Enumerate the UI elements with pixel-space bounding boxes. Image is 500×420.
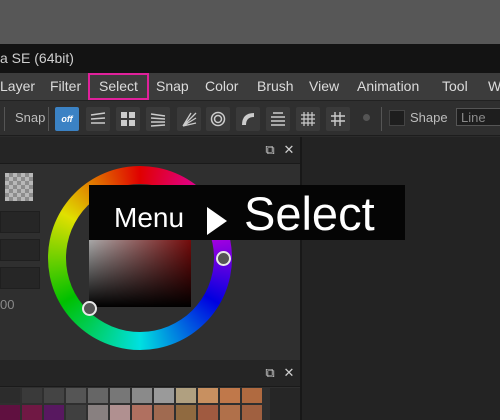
- menu-tool[interactable]: Tool: [442, 73, 468, 100]
- canvas-area[interactable]: [302, 137, 500, 420]
- snap-cross-grid-icon: [301, 112, 315, 126]
- snap-off-icon: off: [61, 114, 73, 124]
- window-title: a SE (64bit): [0, 50, 74, 66]
- menu-window[interactable]: W: [488, 73, 500, 100]
- color-swatch[interactable]: [0, 405, 20, 420]
- color-swatch[interactable]: [110, 388, 130, 403]
- color-swatch[interactable]: [132, 388, 152, 403]
- color-swatch[interactable]: [110, 405, 130, 420]
- shape-select[interactable]: Line: [456, 108, 500, 126]
- snap-grid-2-icon: [331, 112, 345, 126]
- color-value-field[interactable]: [0, 239, 40, 261]
- close-icon[interactable]: ✕: [282, 143, 296, 157]
- overlay-target-text: Select: [244, 187, 375, 240]
- snap-parallel-lines-icon: [90, 112, 106, 124]
- menu-bar: Layer Filter Select Snap Color Brush Vie…: [0, 73, 500, 100]
- color-swatch[interactable]: [176, 388, 196, 403]
- transparent-color-swatch[interactable]: [5, 173, 33, 201]
- color-swatch[interactable]: [220, 405, 240, 420]
- menu-filter[interactable]: Filter: [50, 73, 81, 100]
- snap-curve-button[interactable]: [236, 107, 260, 131]
- color-swatch[interactable]: [66, 405, 86, 420]
- color-value-field[interactable]: [0, 211, 40, 233]
- snap-radial-button[interactable]: [177, 107, 201, 131]
- snap-parallel-button[interactable]: [86, 107, 110, 131]
- snap-off-button[interactable]: off: [55, 107, 79, 131]
- toolbar-separator: [4, 107, 5, 131]
- color-swatch[interactable]: [176, 405, 196, 420]
- color-swatch[interactable]: [22, 388, 42, 403]
- color-swatch[interactable]: [154, 405, 174, 420]
- snap-concentric-button[interactable]: [206, 107, 230, 131]
- close-icon[interactable]: ✕: [282, 366, 296, 380]
- overlay-menu-text: Menu: [114, 202, 185, 233]
- color-swatch[interactable]: [132, 405, 152, 420]
- color-swatch[interactable]: [242, 388, 262, 403]
- snap-perspective-lines-icon: [150, 113, 166, 127]
- snap-3d-icon: [271, 112, 285, 126]
- color-swatch[interactable]: [66, 388, 86, 403]
- toolbar-separator: [48, 107, 49, 131]
- menu-layer[interactable]: Layer: [0, 73, 35, 100]
- undock-icon[interactable]: ⧉: [263, 143, 277, 157]
- shape-label: Shape: [410, 110, 448, 125]
- instruction-overlay: Menu Select: [89, 185, 405, 240]
- snap-grid-button[interactable]: [116, 107, 140, 131]
- color-swatch[interactable]: [22, 405, 42, 420]
- swatch-scrollbar[interactable]: [270, 388, 300, 420]
- desktop-background: [0, 0, 500, 44]
- undock-icon[interactable]: ⧉: [263, 366, 277, 380]
- swatch-panel-header: ⧉ ✕: [0, 360, 300, 387]
- color-swatch[interactable]: [198, 388, 218, 403]
- arrow-right-icon: [207, 207, 227, 235]
- color-swatch[interactable]: [44, 388, 64, 403]
- toolbar-separator: [381, 107, 382, 131]
- menu-snap[interactable]: Snap: [156, 73, 189, 100]
- color-swatch[interactable]: [0, 388, 20, 403]
- menu-view[interactable]: View: [309, 73, 339, 100]
- snap-cross-grid-button[interactable]: [296, 107, 320, 131]
- color-value-field[interactable]: [0, 267, 40, 289]
- snap-grid-2-button[interactable]: [326, 107, 350, 131]
- snap-concentric-icon: [210, 111, 226, 127]
- color-swatch[interactable]: [88, 405, 108, 420]
- color-swatch[interactable]: [198, 405, 218, 420]
- color-swatch[interactable]: [242, 405, 262, 420]
- snap-3d-button[interactable]: [266, 107, 290, 131]
- snap-radial-lines-icon: [182, 112, 197, 127]
- color-swatch[interactable]: [44, 405, 64, 420]
- snap-perspective-button[interactable]: [146, 107, 170, 131]
- snap-label: Snap: [15, 110, 46, 125]
- snap-vanishing-icon[interactable]: [363, 114, 370, 121]
- menu-animation[interactable]: Animation: [357, 73, 419, 100]
- menu-color[interactable]: Color: [205, 73, 238, 100]
- swatch-grid: [0, 388, 264, 420]
- menu-brush[interactable]: Brush: [257, 73, 294, 100]
- snap-grid-icon: [121, 112, 135, 126]
- menu-select[interactable]: Select: [88, 73, 149, 100]
- color-swatch[interactable]: [88, 388, 108, 403]
- snap-curve-icon: [242, 113, 254, 125]
- hue-handle[interactable]: [216, 251, 231, 266]
- snap-toolbar: Snap off Shape: [0, 100, 500, 136]
- window-titlebar: a SE (64bit): [0, 44, 500, 73]
- color-swatch[interactable]: [154, 388, 174, 403]
- color-value-text: 00: [0, 297, 15, 312]
- color-handle[interactable]: [82, 301, 97, 316]
- color-swatch[interactable]: [220, 388, 240, 403]
- color-panel-header: ⧉ ✕: [0, 137, 300, 164]
- shape-checkbox[interactable]: [389, 110, 405, 126]
